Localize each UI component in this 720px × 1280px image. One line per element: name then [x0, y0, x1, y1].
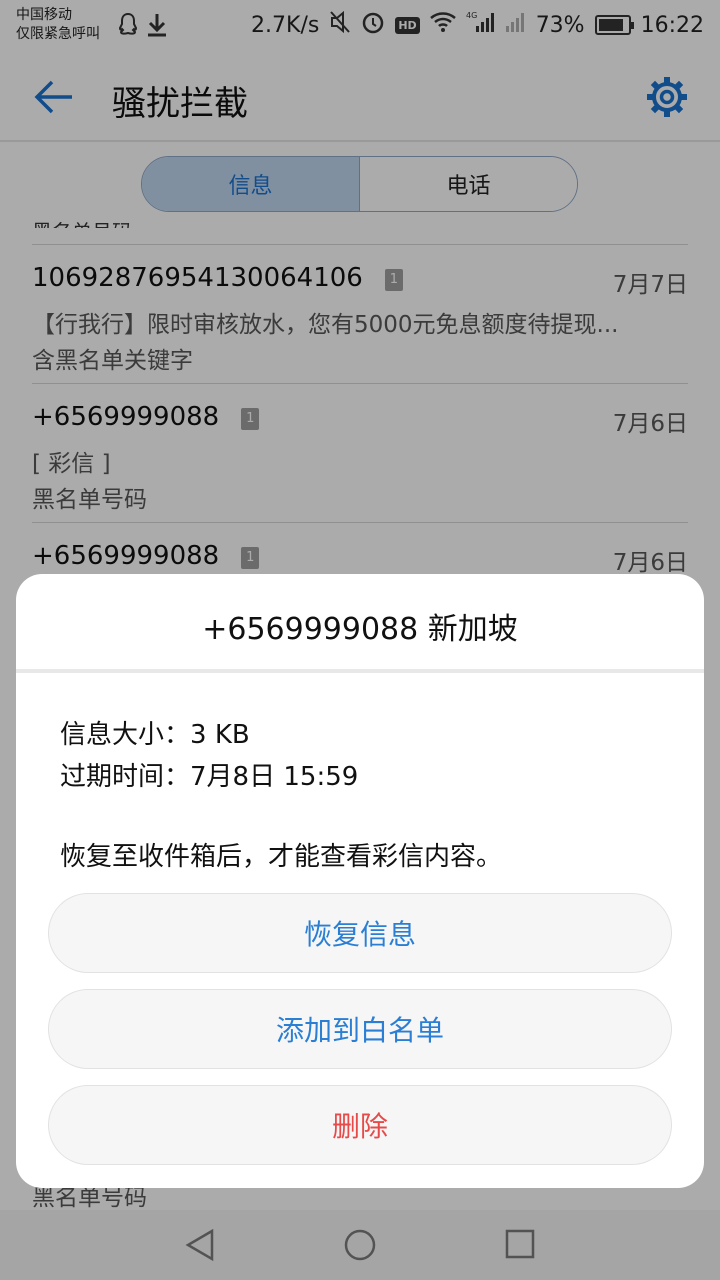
message-size-row: 信息大小：3 KB: [60, 714, 250, 751]
dialog-title: +6569999088 新加坡: [202, 612, 518, 647]
dialog-divider: [16, 669, 704, 673]
add-to-whitelist-button[interactable]: 添加到白名单: [48, 989, 672, 1069]
expire-time-value: 7月8日 15:59: [190, 762, 359, 792]
message-size-value: 3 KB: [190, 720, 250, 750]
delete-button[interactable]: 删除: [48, 1085, 672, 1165]
restore-note: 恢复至收件箱后，才能查看彩信内容。: [60, 842, 503, 872]
expire-time-label: 过期时间：: [60, 762, 191, 792]
expire-time-row: 过期时间：7月8日 15:59: [60, 756, 358, 793]
restore-message-button[interactable]: 恢复信息: [48, 893, 672, 973]
message-size-label: 信息大小：: [60, 720, 191, 750]
message-details-dialog: +6569999088 新加坡 信息大小：3 KB 过期时间：7月8日 15:5…: [16, 574, 704, 1188]
